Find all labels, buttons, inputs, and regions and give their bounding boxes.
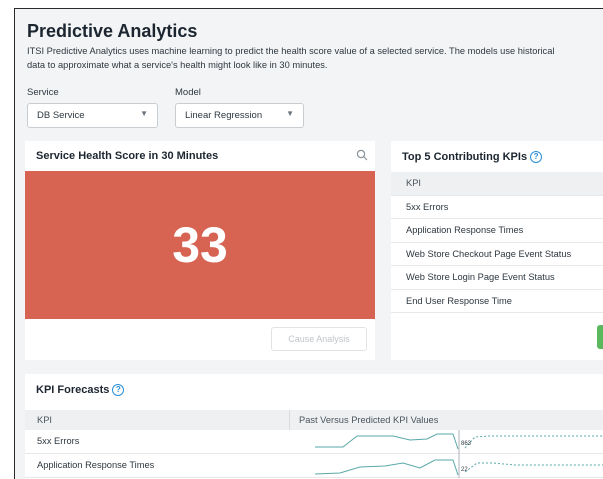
health-panel-title: Service Health Score in 30 Minutes (36, 150, 219, 162)
page-description: ITSI Predictive Analytics uses machine l… (27, 44, 603, 72)
table-row[interactable]: Application Response Times 22 (25, 454, 603, 478)
description-line-1: ITSI Predictive Analytics uses machine l… (27, 46, 555, 56)
table-row[interactable]: Web Store Login Page Event Status (391, 266, 603, 290)
forecast-value-label: 863 (461, 441, 472, 447)
top-kpis-panel: Top 5 Contributing KPIs? KPI 5xx Errors … (391, 141, 603, 360)
health-score-tile: 33 (25, 171, 375, 319)
top-kpis-table: KPI 5xx Errors Application Response Time… (391, 172, 603, 313)
service-dropdown[interactable]: DB Service ▼ (27, 103, 158, 128)
top-kpis-panel-title: Top 5 Contributing KPIs? (402, 151, 543, 163)
forecast-sparkline: 863 (315, 430, 603, 454)
table-row[interactable]: Application Response Times (391, 219, 603, 243)
table-row[interactable]: 5xx Errors (391, 196, 603, 219)
green-action-button[interactable] (597, 325, 603, 349)
health-score-panel: Service Health Score in 30 Minutes 33 Ca… (25, 141, 375, 360)
help-circle-icon[interactable]: ? (112, 384, 125, 396)
model-dropdown[interactable]: Linear Regression ▼ (175, 103, 304, 128)
service-label: Service (27, 87, 59, 98)
model-dropdown-value: Linear Regression (185, 110, 263, 121)
kpi-forecasts-table: KPI Past Versus Predicted KPI Values 5xx… (25, 410, 603, 478)
column-divider (289, 410, 290, 430)
forecast-col-kpi: KPI (37, 415, 52, 425)
health-score-value: 33 (172, 217, 228, 273)
service-dropdown-value: DB Service (37, 110, 85, 121)
forecast-sparkline: 22 (315, 454, 603, 478)
forecast-kpi-name: 5xx Errors (37, 436, 80, 446)
kpi-forecasts-panel: KPI Forecasts? KPI Past Versus Predicted… (25, 374, 603, 479)
chevron-down-icon: ▼ (140, 109, 148, 118)
table-row[interactable]: End User Response Time (391, 290, 603, 313)
forecast-kpi-name: Application Response Times (37, 460, 155, 470)
page-title: Predictive Analytics (27, 21, 198, 41)
top-kpis-title-text: Top 5 Contributing KPIs (402, 151, 528, 163)
help-circle-icon[interactable]: ? (530, 151, 543, 163)
top-kpis-header-kpi: KPI (391, 172, 603, 196)
table-row[interactable]: Web Store Checkout Page Event Status (391, 243, 603, 266)
table-header: KPI Past Versus Predicted KPI Values (25, 410, 603, 430)
search-icon[interactable] (356, 149, 368, 161)
kpi-forecasts-title: KPI Forecasts? (36, 384, 125, 396)
forecast-value-label: 22 (461, 467, 468, 473)
forecast-col-values: Past Versus Predicted KPI Values (299, 415, 439, 425)
app-frame: Predictive Analytics ITSI Predictive Ana… (14, 8, 603, 479)
chevron-down-icon: ▼ (286, 109, 294, 118)
model-label: Model (175, 87, 201, 98)
table-row[interactable]: 5xx Errors 863 (25, 430, 603, 454)
kpi-forecasts-title-text: KPI Forecasts (36, 384, 110, 396)
cause-analysis-button[interactable]: Cause Analysis (271, 327, 367, 351)
description-line-2: data to approximate what a service's hea… (27, 60, 328, 70)
